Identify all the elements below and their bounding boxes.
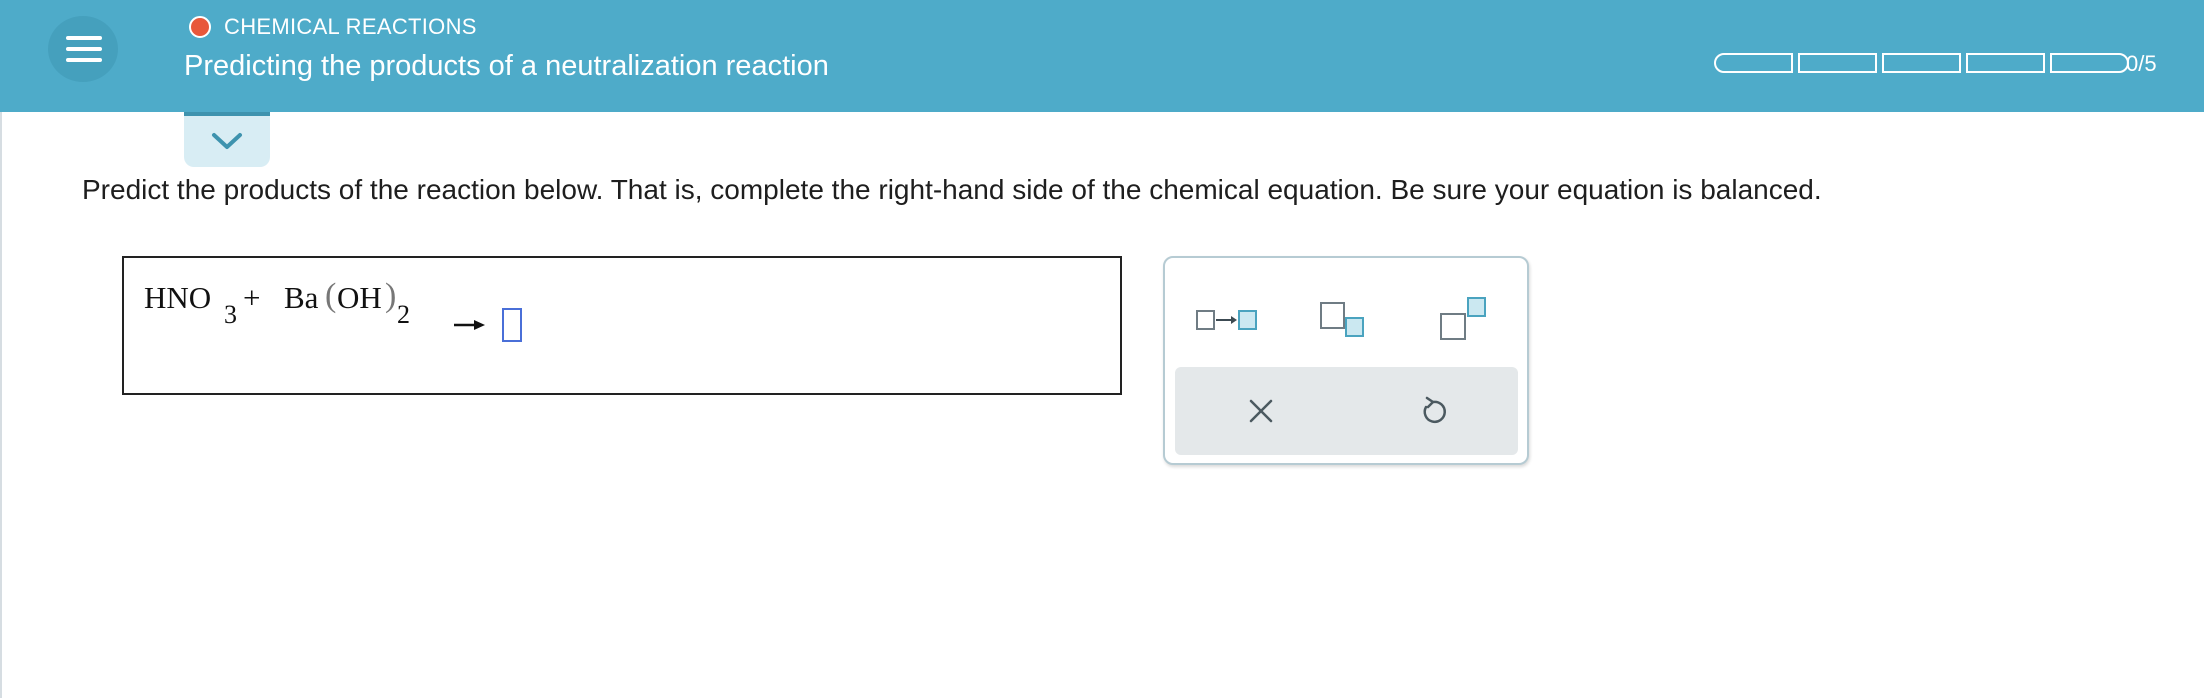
reaction-arrow-icon [454, 320, 485, 330]
menu-button[interactable] [48, 16, 118, 82]
reaction-arrow-template-icon [1196, 310, 1257, 330]
progress-segment [1798, 53, 1877, 73]
insert-subscript-button[interactable] [1307, 294, 1387, 344]
page-title: Predicting the products of a neutralizat… [184, 50, 829, 82]
question-instructions: Predict the products of the reaction bel… [82, 174, 1822, 205]
undo-button[interactable] [1413, 391, 1453, 431]
reactant-2-subscript: 2 [397, 300, 410, 329]
progress-segment [1882, 53, 1961, 73]
menu-icon-line [66, 58, 102, 62]
collapse-toggle-button[interactable] [184, 112, 270, 167]
equation-input-box[interactable]: HNO 3 + Ba ( OH ) 2 [122, 256, 1122, 395]
plus-sign: + [243, 280, 261, 315]
progress-count: 0/5 [2126, 51, 2157, 76]
progress-bar [1714, 53, 2129, 73]
header-bar: CHEMICAL REACTIONS Predicting the produc… [0, 0, 2204, 112]
menu-icon-line [66, 47, 102, 51]
reactant-1-subscript: 3 [224, 300, 237, 329]
progress-segment [1966, 53, 2045, 73]
reactant-2-formula: Ba [284, 280, 319, 315]
clear-icon [1249, 399, 1273, 423]
progress-segment [1714, 53, 1793, 73]
open-parenthesis: ( [325, 277, 337, 314]
reactant-1-formula: HNO [144, 280, 212, 315]
progress-segment [2050, 53, 2129, 73]
hydroxide-group: OH [337, 280, 382, 315]
insert-superscript-button[interactable] [1429, 294, 1509, 344]
subscript-icon [1320, 302, 1364, 337]
close-parenthesis: ) [385, 277, 397, 314]
clear-button[interactable] [1241, 391, 1281, 431]
menu-icon-line [66, 36, 102, 40]
topic-label: CHEMICAL REACTIONS [224, 14, 477, 39]
insert-reaction-arrow-button[interactable] [1185, 294, 1265, 344]
toolbar-actions [1175, 367, 1518, 455]
product-answer-slot[interactable] [502, 308, 522, 342]
undo-icon [1423, 396, 1446, 424]
topic-status-dot [189, 16, 211, 38]
equation-toolbar [1163, 256, 1529, 465]
chevron-down-icon [212, 133, 242, 149]
superscript-icon [1440, 297, 1486, 340]
